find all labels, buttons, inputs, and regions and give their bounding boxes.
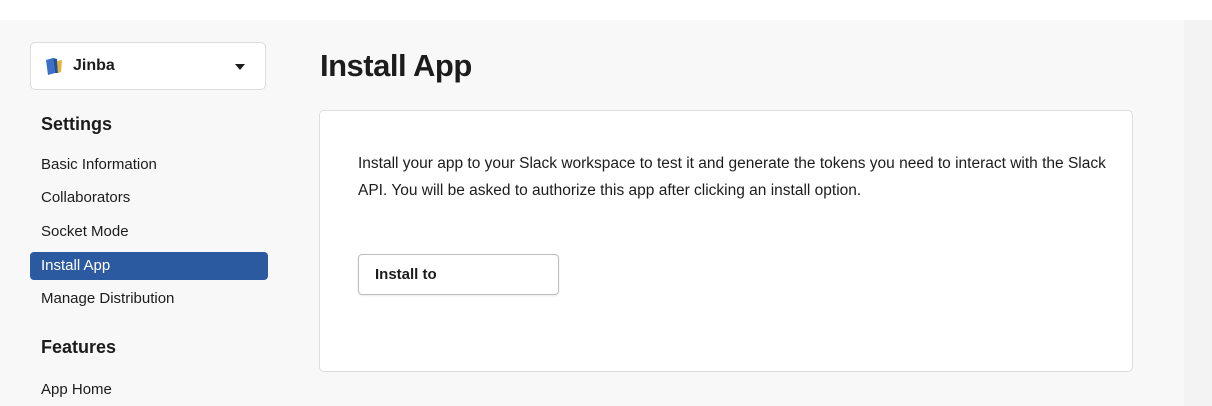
install-description: Install your app to your Slack workspace…	[358, 155, 1106, 199]
app-name: Jinba	[73, 57, 115, 74]
top-bar	[0, 0, 1212, 20]
sidebar-item-basic-information[interactable]: Basic Information	[30, 151, 268, 179]
app-logo-icon	[44, 56, 64, 76]
sidebar-item-install-app[interactable]: Install App	[30, 252, 268, 280]
chevron-down-icon	[235, 64, 245, 70]
sidebar: Jinba Settings Basic Information Collabo…	[0, 20, 290, 406]
app-selector-dropdown[interactable]: Jinba	[30, 42, 266, 90]
sidebar-item-app-home[interactable]: App Home	[30, 376, 268, 404]
sidebar-section-settings: Settings	[41, 114, 113, 134]
install-card: Install your app to your Slack workspace…	[319, 110, 1133, 372]
sidebar-item-collaborators[interactable]: Collaborators	[30, 184, 268, 212]
sidebar-item-manage-distribution[interactable]: Manage Distribution	[30, 285, 268, 313]
scrollbar-track[interactable]	[1184, 20, 1212, 406]
sidebar-section-features: Features	[41, 337, 117, 357]
install-to-button[interactable]: Install to	[358, 254, 559, 295]
page-title: Install App	[320, 48, 472, 83]
sidebar-item-socket-mode[interactable]: Socket Mode	[30, 218, 268, 246]
